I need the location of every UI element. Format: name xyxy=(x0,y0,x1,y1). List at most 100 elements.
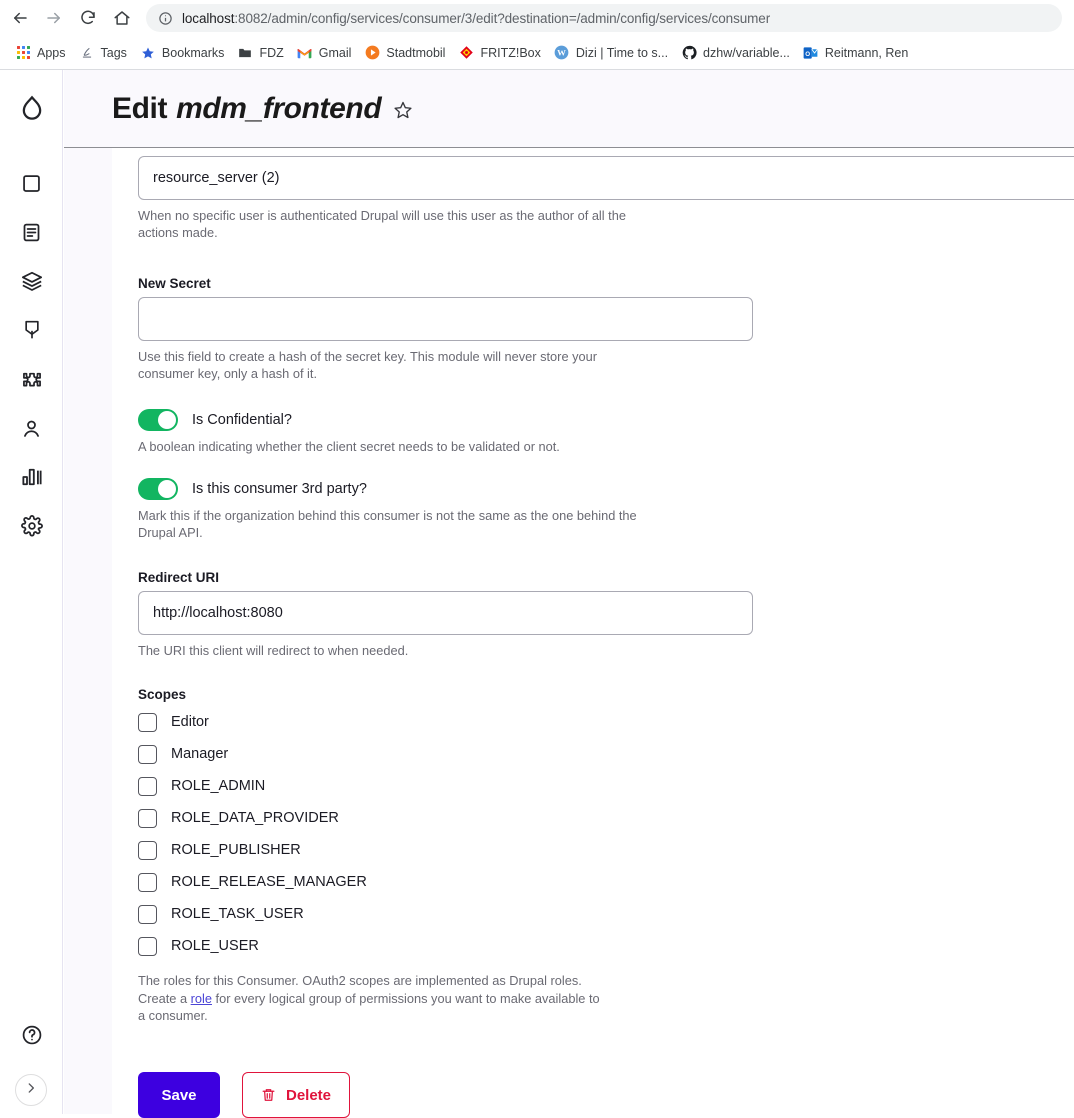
scope-option-editor[interactable]: Editor xyxy=(138,706,1074,738)
url-host: localhost xyxy=(182,10,235,26)
is-third-party-toggle[interactable] xyxy=(138,477,178,500)
consumer-edit-form: resource_server (2) When no specific use… xyxy=(112,156,1074,1118)
scope-label: Editor xyxy=(171,714,209,731)
bookmark-apps[interactable]: Apps xyxy=(10,41,73,65)
scope-option-role-admin[interactable]: ROLE_ADMIN xyxy=(138,770,1074,802)
expand-sidebar-button[interactable] xyxy=(15,1074,47,1106)
address-bar[interactable]: localhost:8082/admin/config/services/con… xyxy=(146,4,1062,32)
scope-label: ROLE_PUBLISHER xyxy=(171,842,301,859)
bookmark-reitmann[interactable]: O Reitmann, Ren xyxy=(798,41,915,65)
redirect-uri-label: Redirect URI xyxy=(138,569,220,585)
delete-button-label: Delete xyxy=(286,1086,332,1104)
star-outline-icon[interactable] xyxy=(393,100,413,120)
github-icon xyxy=(681,45,697,61)
is-confidential-toggle[interactable] xyxy=(138,408,178,431)
scopes-label: Scopes xyxy=(138,687,187,703)
home-button[interactable] xyxy=(108,4,136,32)
bookmark-gmail[interactable]: Gmail xyxy=(292,41,359,65)
bookmark-fdz[interactable]: FDZ xyxy=(232,41,290,65)
is-confidential-description: A boolean indicating whether the client … xyxy=(138,438,560,454)
scope-label: ROLE_USER xyxy=(171,938,259,955)
scope-option-role-release-manager[interactable]: ROLE_RELEASE_MANAGER xyxy=(138,866,1074,898)
bookmark-bookmarks[interactable]: Bookmarks xyxy=(135,41,232,65)
bookmark-label: FRITZ!Box xyxy=(480,45,541,60)
role-link[interactable]: role xyxy=(191,991,212,1006)
is-third-party-label: Is this consumer 3rd party? xyxy=(192,480,367,497)
apps-grid-icon xyxy=(15,45,31,61)
sidebar-item-modules[interactable] xyxy=(0,359,63,399)
sidebar-item-structure[interactable] xyxy=(0,212,63,252)
scope-option-role-data-provider[interactable]: ROLE_DATA_PROVIDER xyxy=(138,802,1074,834)
is-third-party-description: Mark this if the organization behind thi… xyxy=(138,507,637,541)
bookmark-label: FDZ xyxy=(259,45,284,60)
scopes-description: The roles for this Consumer. OAuth2 scop… xyxy=(138,972,608,1024)
bookmark-fritzbox[interactable]: FRITZ!Box xyxy=(453,41,547,65)
sidebar-item-extend[interactable] xyxy=(0,310,63,350)
scope-option-manager[interactable]: Manager xyxy=(138,738,1074,770)
toggle-knob xyxy=(158,479,176,498)
chevron-right-icon xyxy=(24,1081,38,1100)
checkbox-icon[interactable] xyxy=(138,808,157,828)
bookmark-stadtmobil[interactable]: Stadtmobil xyxy=(359,41,452,65)
is-confidential-row[interactable]: Is Confidential? xyxy=(138,408,1074,431)
save-button[interactable]: Save xyxy=(138,1072,220,1118)
checkbox-icon[interactable] xyxy=(138,712,157,732)
bookmarks-bar: Apps Tags Bookmarks FDZ Gmail Stadtmobil… xyxy=(0,36,1074,69)
delete-button[interactable]: Delete xyxy=(242,1072,351,1118)
sidebar-item-content[interactable] xyxy=(0,163,63,203)
page-title-name: mdm_frontend xyxy=(176,91,382,125)
is-confidential-label: Is Confidential? xyxy=(192,411,292,428)
page-title: Edit mdm_frontend xyxy=(112,92,413,126)
bookmark-label: Reitmann, Ren xyxy=(824,45,909,60)
forward-button[interactable] xyxy=(40,4,68,32)
fritzbox-icon xyxy=(458,45,474,61)
star-icon xyxy=(140,45,156,61)
checkbox-icon[interactable] xyxy=(138,872,157,892)
sidebar-item-configuration[interactable] xyxy=(0,506,63,546)
checkbox-icon[interactable] xyxy=(138,744,157,764)
new-secret-input[interactable] xyxy=(138,296,753,341)
scope-label: ROLE_ADMIN xyxy=(171,778,266,795)
checkbox-icon[interactable] xyxy=(138,776,157,796)
scope-label: ROLE_DATA_PROVIDER xyxy=(171,810,339,827)
toggle-knob xyxy=(158,410,176,429)
trash-icon xyxy=(261,1087,276,1103)
bookmark-tags[interactable]: Tags xyxy=(74,41,134,65)
bookmark-label: Bookmarks xyxy=(161,45,225,60)
svg-text:W: W xyxy=(558,48,567,58)
outlook-icon: O xyxy=(803,45,819,61)
url-text: localhost:8082/admin/config/services/con… xyxy=(182,11,770,26)
url-path: :8082/admin/config/services/consumer/3/e… xyxy=(234,10,771,26)
bookmark-dizi[interactable]: W Dizi | Time to s... xyxy=(549,41,675,65)
reload-button[interactable] xyxy=(74,4,102,32)
checkbox-icon[interactable] xyxy=(138,840,157,860)
redirect-uri-description: The URI this client will redirect to whe… xyxy=(138,642,409,658)
scope-option-role-publisher[interactable]: ROLE_PUBLISHER xyxy=(138,834,1074,866)
new-secret-description: Use this field to create a hash of the s… xyxy=(138,348,598,382)
bookmark-label: Dizi | Time to s... xyxy=(575,45,669,60)
sidebar-item-help[interactable] xyxy=(0,1015,63,1055)
sidebar-item-reports[interactable] xyxy=(0,457,63,497)
gmail-icon xyxy=(297,45,313,61)
drupal-droplet-icon[interactable] xyxy=(0,90,63,130)
folder-icon xyxy=(237,45,253,61)
sidebar-item-people[interactable] xyxy=(0,408,63,448)
bookmark-label: Apps xyxy=(37,45,66,60)
user-field[interactable]: resource_server (2) xyxy=(138,156,1074,200)
tags-icon xyxy=(79,45,95,61)
page-title-prefix: Edit xyxy=(112,91,168,125)
bookmark-dzhw-variable[interactable]: dzhw/variable... xyxy=(676,41,797,65)
is-third-party-row[interactable]: Is this consumer 3rd party? xyxy=(138,477,1074,500)
user-field-value: resource_server (2) xyxy=(153,170,280,186)
page-header: Edit mdm_frontend xyxy=(64,70,1074,148)
checkbox-icon[interactable] xyxy=(138,904,157,924)
redirect-uri-input[interactable]: http://localhost:8080 xyxy=(138,590,753,635)
wordpress-icon: W xyxy=(554,45,570,61)
checkbox-icon[interactable] xyxy=(138,936,157,956)
scope-option-role-user[interactable]: ROLE_USER xyxy=(138,930,1074,962)
scope-option-role-task-user[interactable]: ROLE_TASK_USER xyxy=(138,898,1074,930)
info-circle-icon[interactable] xyxy=(158,11,173,26)
back-button[interactable] xyxy=(6,4,34,32)
bookmark-label: Stadtmobil xyxy=(386,45,446,60)
sidebar-item-appearance[interactable] xyxy=(0,261,63,301)
